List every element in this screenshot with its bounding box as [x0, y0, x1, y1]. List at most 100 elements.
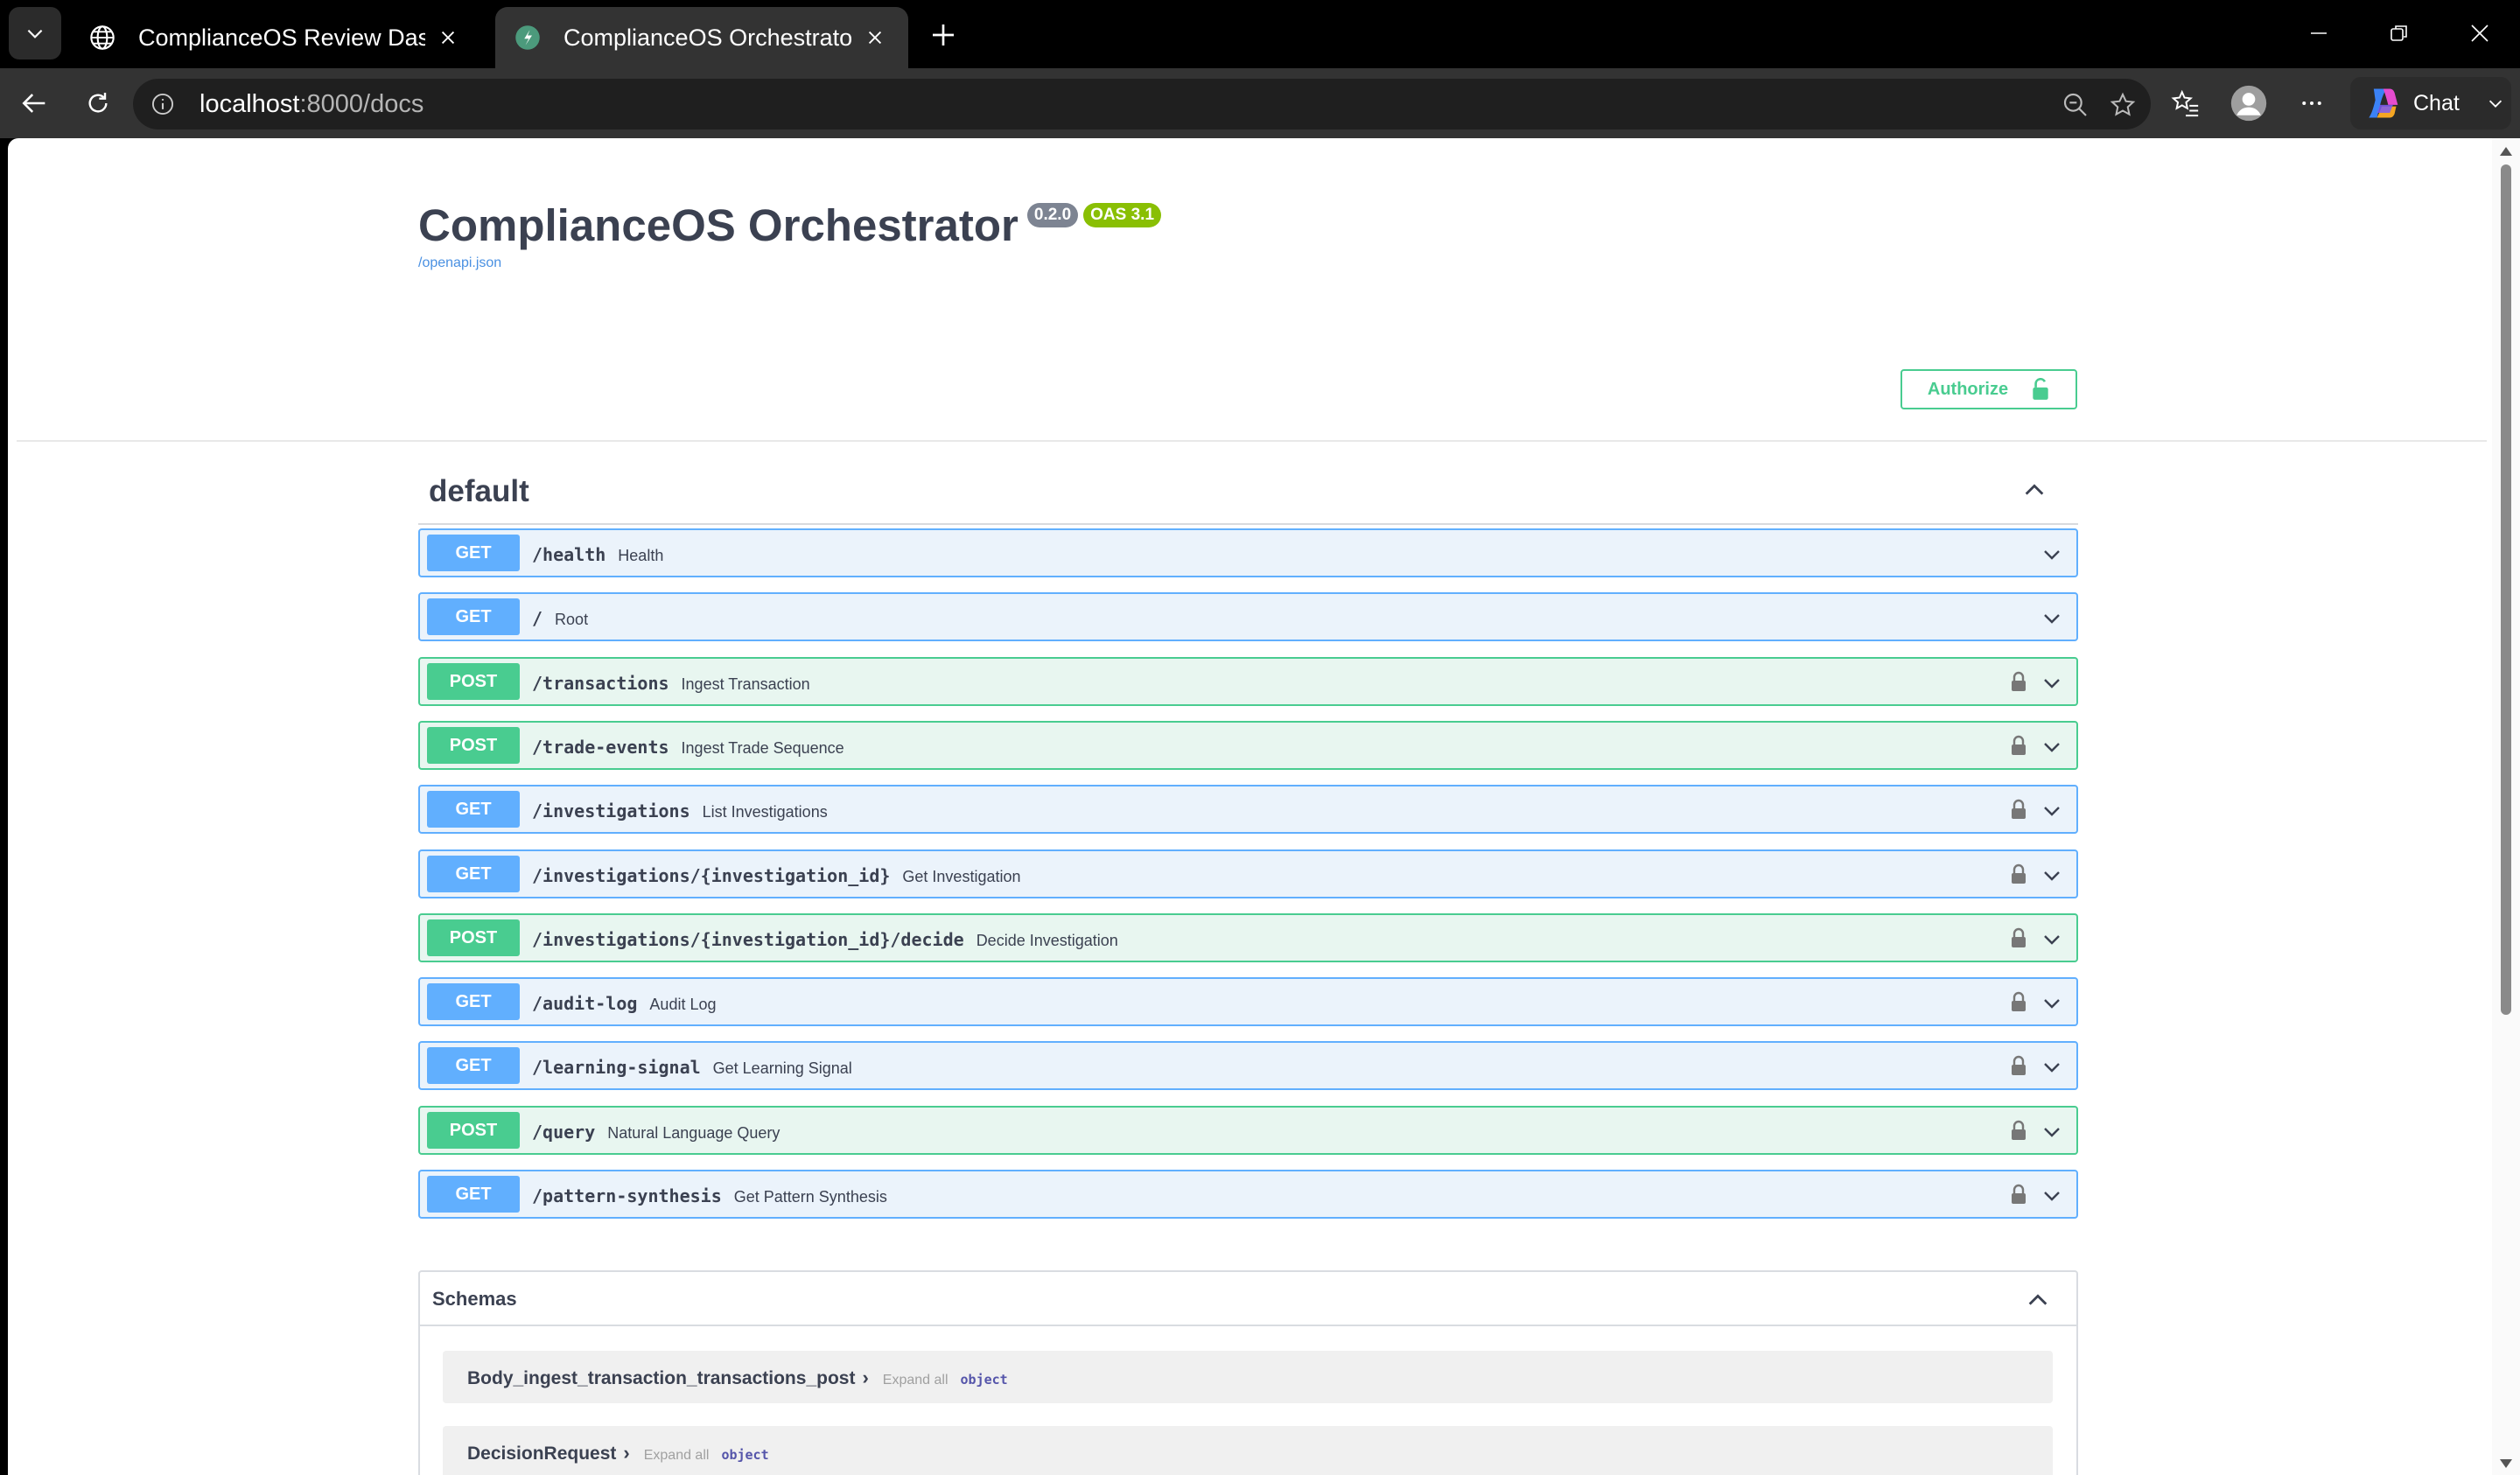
- operation-path: /transactions: [532, 673, 669, 694]
- chevron-down-icon[interactable]: [2040, 608, 2064, 633]
- close-window-button[interactable]: [2455, 10, 2504, 56]
- chevron-down-icon[interactable]: [2040, 1057, 2064, 1082]
- operation-path: /learning-signal: [532, 1057, 701, 1078]
- chevron-down-icon: [2486, 94, 2505, 113]
- operation-path-group: /pattern-synthesis Get Pattern Synthesis: [532, 1185, 887, 1206]
- chevron-down-icon[interactable]: [2040, 800, 2064, 826]
- operation-row[interactable]: GET/pattern-synthesis Get Pattern Synthes…: [418, 1170, 2078, 1219]
- lock-icon[interactable]: [2010, 991, 2027, 1017]
- favorite-star-icon[interactable]: [2105, 87, 2140, 122]
- operation-row[interactable]: POST/investigations/{investigation_id}/d…: [418, 913, 2078, 962]
- lock-icon[interactable]: [2010, 671, 2027, 696]
- more-horizontal-icon: [2302, 101, 2321, 105]
- minimize-icon: [2311, 32, 2327, 34]
- operation-path: /trade-events: [532, 737, 669, 758]
- operation-path-group: / Root: [532, 608, 588, 629]
- tag-section-default[interactable]: default: [418, 453, 2078, 525]
- more-options-button[interactable]: [2287, 79, 2336, 128]
- chevron-down-icon[interactable]: [2040, 737, 2064, 762]
- chevron-up-icon[interactable]: [2026, 1288, 2050, 1317]
- chevron-down-icon[interactable]: [2040, 673, 2064, 698]
- schema-model[interactable]: DecisionRequest › Expand all object: [443, 1426, 2053, 1475]
- chevron-down-icon[interactable]: [2040, 544, 2064, 570]
- chevron-down-icon[interactable]: [2040, 1122, 2064, 1147]
- operation-path-group: /query Natural Language Query: [532, 1122, 780, 1143]
- url-host: localhost: [200, 89, 300, 118]
- page-title: ComplianceOS Orchestrator: [418, 200, 1018, 250]
- operation-path-group: /investigations List Investigations: [532, 800, 828, 821]
- browser-tab-strip: ComplianceOS Review Dashboard Compliance…: [0, 0, 2520, 68]
- operation-summary: Root: [555, 611, 589, 628]
- scrollbar-thumb[interactable]: [2501, 164, 2511, 1015]
- close-icon: [2471, 24, 2488, 42]
- http-method-badge: POST: [427, 919, 520, 956]
- favorites-icon: [2171, 89, 2199, 117]
- model-row: DecisionRequest › Expand all object: [467, 1442, 769, 1465]
- close-icon[interactable]: [859, 22, 891, 53]
- copilot-icon: [2369, 88, 2398, 118]
- schema-model[interactable]: Body_ingest_transaction_transactions_pos…: [443, 1351, 2053, 1403]
- version-badge: 0.2.0: [1026, 203, 1079, 227]
- site-info-icon[interactable]: [149, 90, 177, 118]
- expand-all-link[interactable]: Expand all: [644, 1448, 710, 1463]
- chevron-down-icon[interactable]: [2040, 993, 2064, 1018]
- tab-swagger-ui[interactable]: ComplianceOS Orchestrator - Swagger UI: [495, 7, 908, 68]
- openapi-json-link[interactable]: /openapi.json: [418, 255, 501, 271]
- minimize-button[interactable]: [2294, 10, 2343, 56]
- operation-row[interactable]: GET/health Health: [418, 528, 2078, 577]
- chevron-down-icon[interactable]: [2040, 1185, 2064, 1211]
- operation-summary: Decide Investigation: [976, 932, 1118, 949]
- tab-review-dashboard[interactable]: ComplianceOS Review Dashboard: [70, 7, 481, 68]
- unlock-icon: [2033, 378, 2048, 400]
- new-tab-button[interactable]: [924, 16, 962, 54]
- scroll-up-arrow[interactable]: [2500, 147, 2512, 156]
- address-bar[interactable]: localhost:8000/docs: [133, 79, 2151, 129]
- operation-row[interactable]: POST/query Natural Language Query: [418, 1106, 2078, 1155]
- lock-icon[interactable]: [2010, 735, 2027, 760]
- scroll-down-arrow[interactable]: [2500, 1459, 2512, 1468]
- model-type: object: [721, 1447, 769, 1463]
- restore-button[interactable]: [2375, 10, 2424, 56]
- lock-icon[interactable]: [2010, 1184, 2027, 1209]
- profile-button[interactable]: [2224, 79, 2273, 128]
- lock-icon[interactable]: [2010, 1120, 2027, 1145]
- chat-button[interactable]: Chat: [2350, 77, 2511, 129]
- chevron-down-icon[interactable]: [2040, 929, 2064, 954]
- schemas-header[interactable]: Schemas: [420, 1272, 2076, 1326]
- expand-all-link[interactable]: Expand all: [883, 1373, 948, 1388]
- http-method-badge: GET: [427, 1047, 520, 1084]
- favorites-button[interactable]: [2161, 79, 2210, 128]
- lock-icon[interactable]: [2010, 927, 2027, 953]
- tab-actions-menu[interactable]: [9, 7, 61, 59]
- http-method-badge: GET: [427, 598, 520, 635]
- operation-path: /investigations/{investigation_id}: [532, 865, 891, 886]
- back-button[interactable]: [10, 79, 60, 128]
- schemas-section: Schemas Body_ingest_transaction_transact…: [418, 1270, 2078, 1475]
- close-icon[interactable]: [432, 22, 464, 53]
- operation-path-group: /investigations/{investigation_id}/decid…: [532, 929, 1118, 950]
- zoom-out-icon[interactable]: [2058, 87, 2093, 122]
- chevron-down-icon[interactable]: [2040, 865, 2064, 891]
- operation-row[interactable]: GET/investigations List Investigations: [418, 785, 2078, 834]
- lock-icon[interactable]: [2010, 799, 2027, 824]
- swagger-logo-icon: [513, 23, 542, 52]
- operation-row[interactable]: GET/audit-log Audit Log: [418, 977, 2078, 1026]
- operation-summary: List Investigations: [702, 803, 828, 821]
- operation-summary: Get Investigation: [902, 868, 1021, 885]
- operation-row[interactable]: POST/trade-events Ingest Trade Sequence: [418, 721, 2078, 770]
- operation-summary: Get Learning Signal: [712, 1059, 852, 1077]
- operation-row[interactable]: GET / Root: [418, 592, 2078, 641]
- chevron-up-icon[interactable]: [2022, 478, 2047, 507]
- operation-row[interactable]: GET/investigations/{investigation_id} Get…: [418, 849, 2078, 898]
- refresh-button[interactable]: [74, 79, 122, 128]
- authorize-button[interactable]: Authorize: [1900, 369, 2077, 409]
- operation-row[interactable]: POST/transactions Ingest Transaction: [418, 657, 2078, 706]
- operation-row[interactable]: GET/learning-signal Get Learning Signal: [418, 1041, 2078, 1090]
- lock-icon[interactable]: [2010, 1055, 2027, 1080]
- operation-summary: Ingest Trade Sequence: [681, 739, 844, 757]
- vertical-scrollbar[interactable]: [2492, 138, 2520, 1475]
- operation-path: /investigations: [532, 800, 690, 821]
- operation-path: /health: [532, 544, 606, 565]
- lock-icon[interactable]: [2010, 863, 2027, 889]
- http-method-badge: POST: [427, 1112, 520, 1149]
